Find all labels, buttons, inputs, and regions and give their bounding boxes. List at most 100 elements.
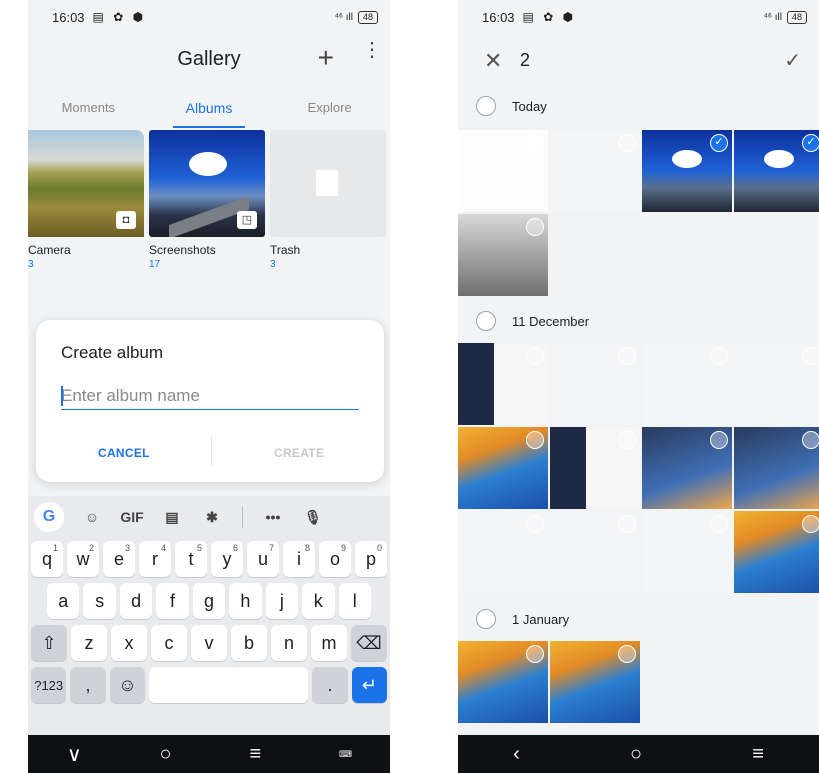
selected-check-icon[interactable]: ✓ [802,134,819,152]
section-header[interactable]: 1 January [458,601,819,637]
select-checkbox[interactable] [710,431,728,449]
select-all-checkbox[interactable] [476,609,496,629]
add-icon[interactable]: + [318,42,334,74]
settings-icon[interactable]: ✱ [192,501,232,533]
key-g[interactable]: g [192,583,226,619]
select-checkbox[interactable] [526,347,544,365]
key-w[interactable]: 2w [67,541,99,577]
key-c[interactable]: c [151,625,187,661]
select-checkbox[interactable] [526,431,544,449]
select-checkbox[interactable] [710,347,728,365]
key-x[interactable]: x [111,625,147,661]
back-icon[interactable]: ‹ [513,743,520,766]
recents-icon[interactable]: ≡ [249,743,261,766]
photo-thumbnail[interactable] [642,343,732,425]
sticker-icon[interactable]: ☺ [72,501,112,533]
selected-check-icon[interactable]: ✓ [710,134,728,152]
photo-thumbnail[interactable] [458,130,548,212]
more-icon[interactable]: ••• [253,501,293,533]
photo-thumbnail[interactable] [642,427,732,509]
album-thumbnail[interactable]: ◳ [149,130,265,237]
backspace-key[interactable]: ⌫ [351,625,387,661]
photo-thumbnail[interactable] [642,511,732,593]
key-s[interactable]: s [83,583,116,619]
photo-thumbnail[interactable] [458,427,548,509]
home-icon[interactable]: ○ [630,743,642,766]
photo-thumbnail[interactable] [458,343,548,425]
key-p[interactable]: 0p [355,541,387,577]
album-thumbnail[interactable]: ◘ [28,130,144,237]
album-thumbnail[interactable] [270,130,386,237]
section-header[interactable]: 11 December [458,303,819,339]
home-icon[interactable]: ○ [159,743,171,766]
select-checkbox[interactable] [618,645,636,663]
close-icon[interactable]: ✕ [484,48,502,74]
select-checkbox[interactable] [526,515,544,533]
select-checkbox[interactable] [618,134,636,152]
space-key[interactable] [149,667,309,703]
photo-thumbnail[interactable] [458,511,548,593]
enter-key[interactable]: ↵ [351,667,388,703]
key-z[interactable]: z [71,625,107,661]
shift-key[interactable]: ⇧ [31,625,67,661]
select-checkbox[interactable] [802,515,819,533]
tab-albums[interactable]: Albums [149,92,270,128]
photo-thumbnail[interactable] [550,427,640,509]
tab-explore[interactable]: Explore [269,92,390,128]
google-icon[interactable]: G [34,502,64,532]
select-checkbox[interactable] [802,431,819,449]
key-k[interactable]: k [302,583,335,619]
photo-thumbnail[interactable]: ✓ [734,130,819,212]
photo-thumbnail[interactable] [550,130,640,212]
key-q[interactable]: 1q [31,541,63,577]
confirm-icon[interactable]: ✓ [784,48,801,73]
select-checkbox[interactable] [526,645,544,663]
gif-button[interactable]: GIF [112,501,152,533]
key-n[interactable]: n [271,625,307,661]
photo-thumbnail[interactable] [458,214,548,296]
cancel-button[interactable]: CANCEL [98,446,150,460]
select-checkbox[interactable] [526,134,544,152]
select-checkbox[interactable] [526,218,544,236]
select-checkbox[interactable] [618,431,636,449]
photo-thumbnail[interactable] [734,511,819,593]
keyboard-switch-icon[interactable]: ⌨ [339,749,352,760]
key-h[interactable]: h [229,583,262,619]
photo-thumbnail[interactable] [734,427,819,509]
photo-thumbnail[interactable] [458,641,548,723]
photo-thumbnail[interactable]: ✓ [642,130,732,212]
select-checkbox[interactable] [802,347,819,365]
select-checkbox[interactable] [710,515,728,533]
key-t[interactable]: 5t [175,541,207,577]
key-b[interactable]: b [231,625,267,661]
clipboard-icon[interactable]: ▤ [152,501,192,533]
key-j[interactable]: j [265,583,299,619]
select-checkbox[interactable] [618,515,636,533]
select-checkbox[interactable] [618,347,636,365]
key-u[interactable]: 7u [247,541,279,577]
photo-thumbnail[interactable] [550,511,640,593]
photo-thumbnail[interactable] [550,343,640,425]
recents-icon[interactable]: ≡ [752,743,764,766]
create-button[interactable]: CREATE [274,446,324,460]
album-name-input[interactable] [61,382,359,410]
mic-icon[interactable]: 🎙 [293,501,333,533]
symbols-key[interactable]: ?123 [31,667,67,703]
tab-moments[interactable]: Moments [28,92,149,128]
comma-key[interactable]: , [70,667,106,703]
key-i[interactable]: 8i [283,541,315,577]
back-icon[interactable]: ∨ [67,742,82,767]
period-key[interactable]: . [312,667,348,703]
key-r[interactable]: 4r [139,541,171,577]
photo-thumbnail[interactable] [550,641,640,723]
key-a[interactable]: a [47,583,80,619]
album-screenshots[interactable]: ◳ Screenshots 17 [149,130,265,270]
key-d[interactable]: d [119,583,153,619]
select-all-checkbox[interactable] [476,96,496,116]
select-all-checkbox[interactable] [476,311,496,331]
key-l[interactable]: l [338,583,371,619]
section-header[interactable]: Today [458,88,819,124]
key-y[interactable]: 6y [211,541,243,577]
album-camera[interactable]: ◘ Camera 3 [28,130,144,270]
key-e[interactable]: 3e [103,541,135,577]
